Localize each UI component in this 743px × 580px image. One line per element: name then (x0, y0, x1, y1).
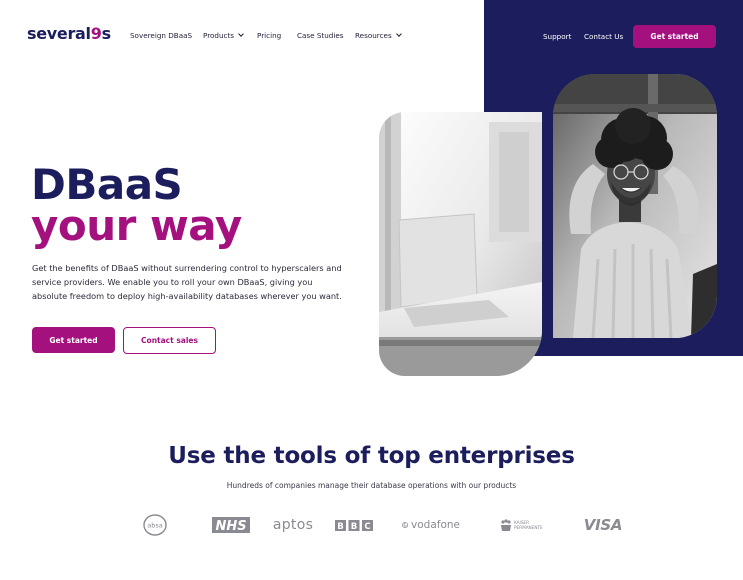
nav-item-label: Sovereign DBaaS (130, 31, 193, 40)
kaiser-permanente-logo: KAISER PERMANENTE (496, 513, 552, 537)
logo-tail: s (101, 24, 112, 43)
nav-item-case-studies[interactable]: Case Studies (297, 31, 344, 40)
absa-logo-text: absa (147, 522, 162, 530)
contact-sales-button[interactable]: Contact sales (123, 327, 216, 354)
vodafone-logo-text: vodafone (411, 519, 460, 531)
smiling-man-photo (553, 74, 717, 338)
site-logo[interactable]: several9s (27, 24, 111, 43)
nhs-logo: NHS (212, 513, 250, 537)
hero-title-line-2: your way (31, 201, 242, 250)
get-started-button[interactable]: Get started (32, 327, 115, 353)
office-laptop-photo (379, 112, 542, 376)
nav-item-products[interactable]: Products (203, 31, 244, 40)
bbc-logo: B B C (335, 513, 373, 537)
aptos-logo: aptos (273, 513, 313, 537)
logo-text: several (27, 24, 91, 43)
nav-item-label: Case Studies (297, 31, 344, 40)
contact-us-link[interactable]: Contact Us (584, 32, 623, 41)
tools-subheading: Hundreds of companies manage their datab… (226, 481, 517, 490)
nav-item-label: Pricing (257, 31, 282, 40)
hero-description: Get the benefits of DBaaS without surren… (32, 263, 342, 301)
nhs-logo-text: NHS (215, 519, 246, 533)
svg-text:B: B (351, 522, 357, 531)
nav-item-sovereign-dbaas[interactable]: Sovereign DBaaS (130, 31, 192, 40)
visa-logo: VISA (582, 513, 624, 537)
vodafone-logo: vodafone (402, 513, 460, 537)
chevron-down-icon (395, 31, 402, 37)
logo-nine: 9 (90, 24, 102, 43)
absa-logo: absa (142, 513, 168, 537)
support-link[interactable]: Support (543, 32, 571, 41)
aptos-logo-text: aptos (272, 517, 314, 533)
svg-text:C: C (364, 522, 370, 531)
nav-item-resources[interactable]: Resources (355, 31, 402, 40)
header-get-started-button[interactable]: Get started (633, 25, 716, 48)
chevron-down-icon (238, 31, 244, 37)
svg-text:B: B (337, 522, 343, 531)
nav-item-pricing[interactable]: Pricing (257, 31, 281, 40)
kaiser-logo-text: KAISER PERMANENTE (514, 520, 543, 530)
nav-item-label: Resources (355, 31, 392, 40)
hero-title-line-1: DBaaS (31, 160, 183, 209)
visa-logo-text: VISA (583, 516, 623, 534)
tools-heading: Use the tools of top enterprises (168, 443, 575, 469)
nav-item-label: Products (203, 31, 235, 40)
